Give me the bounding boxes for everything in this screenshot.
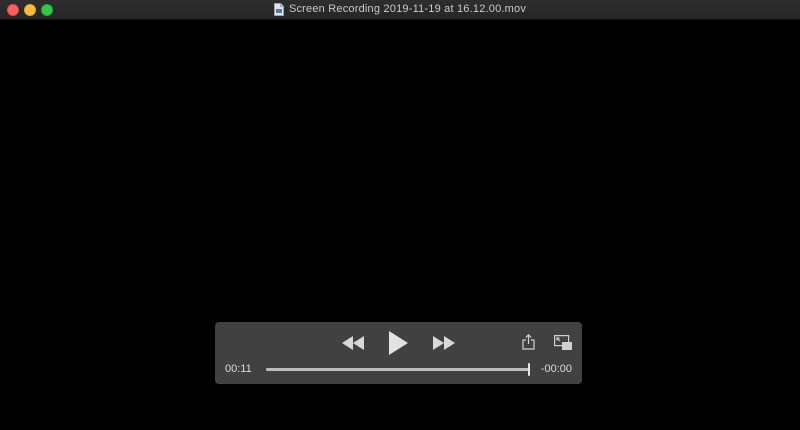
document-icon [273,3,284,16]
play-icon [389,331,408,355]
share-icon [522,334,535,350]
remaining-time: -00:00 [540,363,572,375]
picture-in-picture-icon [554,335,572,350]
window-title-group: Screen Recording 2019-11-19 at 16.12.00.… [0,2,800,17]
play-button[interactable] [388,331,408,355]
share-button[interactable] [522,334,535,350]
fast-forward-button[interactable] [433,336,455,350]
quicktime-window: Screen Recording 2019-11-19 at 16.12.00.… [0,0,800,430]
elapsed-time: 00:11 [225,363,252,375]
picture-in-picture-button[interactable] [554,335,572,350]
playback-controls: 00:11 -00:00 [215,322,582,384]
rewind-icon [342,336,364,350]
rewind-button[interactable] [342,336,364,350]
timeline-scrubber[interactable] [266,363,530,376]
window-title: Screen Recording 2019-11-19 at 16.12.00.… [288,3,527,15]
title-bar[interactable]: Screen Recording 2019-11-19 at 16.12.00.… [0,0,800,20]
timeline-progress [266,368,530,371]
playhead-handle[interactable] [528,363,530,376]
fast-forward-icon [433,336,455,350]
